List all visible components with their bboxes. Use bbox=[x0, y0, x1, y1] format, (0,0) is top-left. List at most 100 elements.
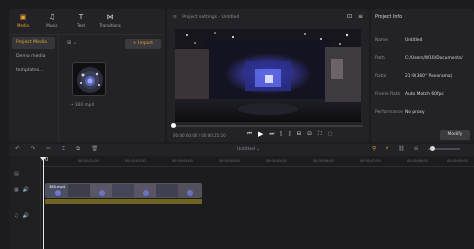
track-headers: ▤ ▦ 🔊 ♫ 🔊 bbox=[9, 157, 41, 249]
ruler-label: 00:00:09:00 bbox=[447, 159, 468, 163]
side-item-templates[interactable]: templates... bbox=[12, 65, 55, 77]
mark-in-icon[interactable]: [ bbox=[280, 131, 282, 137]
ruler-label: 00:00:06:00 bbox=[313, 159, 334, 163]
timeline-toolbar: ↶ ↷ ✂ ⌶ ⧉ 🗑 Untitled ⌄ ⚲ ⚡ ⛓ ⊖ bbox=[9, 144, 474, 156]
zoom-knob[interactable] bbox=[429, 146, 435, 151]
import-button[interactable]: + Import bbox=[125, 39, 161, 49]
music-track-icon: ♫ bbox=[14, 213, 19, 219]
info-value: Untitled bbox=[405, 38, 423, 43]
grid-view-icon[interactable]: ⊞ ⌄ bbox=[67, 40, 77, 46]
tab-transitions[interactable]: ⋈ Transitions bbox=[99, 13, 121, 34]
player-title: ≡ Project settings - Untitled bbox=[173, 15, 239, 20]
ruler-label: 00:00:01:00 bbox=[78, 159, 99, 163]
info-title: Project Info bbox=[375, 15, 403, 20]
ruler-label: 00:00:02:00 bbox=[125, 159, 146, 163]
audio-waveform[interactable] bbox=[45, 199, 202, 204]
undo-icon[interactable]: ↶ bbox=[15, 146, 20, 153]
info-key: Path bbox=[375, 56, 385, 61]
step-forward-icon[interactable]: ⏭ bbox=[269, 131, 274, 138]
info-row: Performance No proxy bbox=[375, 109, 472, 117]
title-bar bbox=[0, 0, 474, 9]
track-head-music: ♫ 🔊 bbox=[14, 213, 29, 219]
video-track-icon: ▦ bbox=[14, 187, 19, 193]
tab-music[interactable]: ♫ Music bbox=[43, 13, 61, 34]
info-row: Frame Rate Auto Match 60fps bbox=[375, 91, 472, 99]
playhead-label: 0 bbox=[45, 157, 49, 163]
zoom-out-icon[interactable]: ⊖ bbox=[414, 146, 419, 152]
track-head-effects: ▤ bbox=[14, 171, 19, 177]
modify-button[interactable]: Modify bbox=[440, 130, 470, 140]
transitions-icon: ⋈ bbox=[106, 13, 114, 21]
info-key: Performance bbox=[375, 110, 403, 115]
screenshot-icon[interactable]: ⊡ bbox=[307, 131, 312, 137]
player-header-icons: ⊡ ≡ bbox=[347, 13, 363, 20]
play-icon[interactable]: ▶ bbox=[258, 130, 263, 138]
playhead[interactable] bbox=[40, 157, 46, 249]
media-toolbar: ⊞ ⌄ + Import bbox=[67, 39, 161, 49]
tab-label: Music bbox=[46, 23, 58, 28]
timeline-tools: ↶ ↷ ✂ ⌶ ⧉ 🗑 bbox=[15, 146, 98, 153]
zoom-slider[interactable] bbox=[427, 146, 460, 151]
media-panel: ▣ Media ♫ Music T Text ⋈ Transitions Pro… bbox=[9, 9, 165, 142]
redo-icon[interactable]: ↷ bbox=[31, 146, 36, 153]
tab-label: Media bbox=[16, 23, 29, 28]
video-clip[interactable]: 360.mp4 bbox=[45, 183, 202, 198]
menu-icon[interactable]: ≡ bbox=[173, 15, 177, 20]
ruler-label: 00:00:03:00 bbox=[172, 159, 193, 163]
tab-label: Transitions bbox=[99, 23, 121, 28]
speaker-icon[interactable]: 🔊 bbox=[23, 187, 29, 193]
info-row: Ratio 21:9(360° Panorama) bbox=[375, 73, 472, 81]
effects-track-icon: ▤ bbox=[14, 171, 19, 177]
vr-view-icon[interactable]: ◌ bbox=[328, 131, 333, 137]
insert-icon[interactable]: ⊟ bbox=[297, 131, 302, 137]
music-note-icon: ♫ bbox=[48, 13, 56, 21]
more-menu-icon[interactable]: ≡ bbox=[358, 13, 363, 20]
player-panel: ≡ Project settings - Untitled ⊡ ≡ 00:00:… bbox=[167, 9, 369, 142]
media-item-name: • 360.mp4 bbox=[71, 103, 95, 108]
media-side-nav: Project Media Demo media templates... bbox=[9, 35, 59, 142]
media-tab-bar: ▣ Media ♫ Music T Text ⋈ Transitions bbox=[9, 9, 165, 35]
link-icon[interactable]: ⛓ bbox=[398, 146, 405, 152]
info-value: Auto Match 60fps bbox=[405, 92, 444, 97]
info-value: 21:9(360° Panorama) bbox=[405, 74, 453, 79]
snap-icon[interactable]: ⚡ bbox=[385, 146, 389, 152]
step-back-icon[interactable]: ⏮ bbox=[247, 131, 252, 138]
player-title-text: Project settings - Untitled bbox=[182, 15, 240, 20]
progress-knob[interactable] bbox=[171, 123, 176, 128]
fullscreen-icon[interactable]: ⛶ bbox=[318, 131, 322, 138]
crop-icon[interactable]: ⧉ bbox=[76, 146, 80, 153]
trim-icon[interactable]: ⌶ bbox=[62, 146, 65, 153]
info-rows: Name Untitled Path C:/Users/W10/Document… bbox=[375, 37, 472, 127]
tab-media[interactable]: ▣ Media bbox=[14, 13, 32, 34]
split-icon[interactable]: ✂ bbox=[46, 146, 51, 153]
timeline-area: ▤ ▦ 🔊 ♫ 🔊 00:00:01:00 00:00:02:00 00:00:… bbox=[9, 157, 474, 249]
timeline-ruler[interactable]: 00:00:01:00 00:00:02:00 00:00:03:00 00:0… bbox=[42, 157, 474, 167]
video-preview[interactable] bbox=[175, 29, 361, 122]
playback-controls: ⏮ ▶ ⏭ [ ] ⊟ ⊡ ⛶ ◌ bbox=[247, 130, 333, 138]
text-icon: T bbox=[78, 13, 84, 21]
tab-text[interactable]: T Text bbox=[72, 13, 90, 34]
timecode: 00:00:00:00 / 00:00:25:10 bbox=[173, 133, 226, 138]
magnet-icon[interactable]: ⚲ bbox=[372, 146, 376, 152]
info-key: Ratio bbox=[375, 74, 387, 79]
side-item-demo-media[interactable]: Demo media bbox=[12, 51, 55, 63]
ruler-label: 00:00:07:00 bbox=[360, 159, 381, 163]
folder-icon: ▣ bbox=[19, 13, 27, 21]
snapshot-icon[interactable]: ⊡ bbox=[347, 13, 352, 20]
delete-icon[interactable]: 🗑 bbox=[91, 146, 98, 153]
info-value: C:/Users/W10/Documents/ bbox=[405, 56, 463, 61]
tab-label: Text bbox=[76, 23, 86, 28]
mark-out-icon[interactable]: ] bbox=[288, 131, 290, 137]
track-head-video: ▦ 🔊 bbox=[14, 187, 29, 193]
ruler-label: 00:00:05:00 bbox=[266, 159, 287, 163]
playback-progress[interactable] bbox=[171, 123, 363, 128]
timeline-name[interactable]: Untitled ⌄ bbox=[237, 147, 260, 152]
info-value: No proxy bbox=[405, 110, 425, 115]
project-info-panel: Project Info Name Untitled Path C:/Users… bbox=[371, 9, 474, 142]
media-thumbnail[interactable] bbox=[72, 62, 106, 96]
speaker-icon[interactable]: 🔊 bbox=[22, 213, 28, 219]
ruler-label: 00:00:04:00 bbox=[219, 159, 240, 163]
side-item-project-media[interactable]: Project Media bbox=[12, 37, 55, 49]
info-row: Name Untitled bbox=[375, 37, 472, 45]
info-key: Frame Rate bbox=[375, 92, 401, 97]
